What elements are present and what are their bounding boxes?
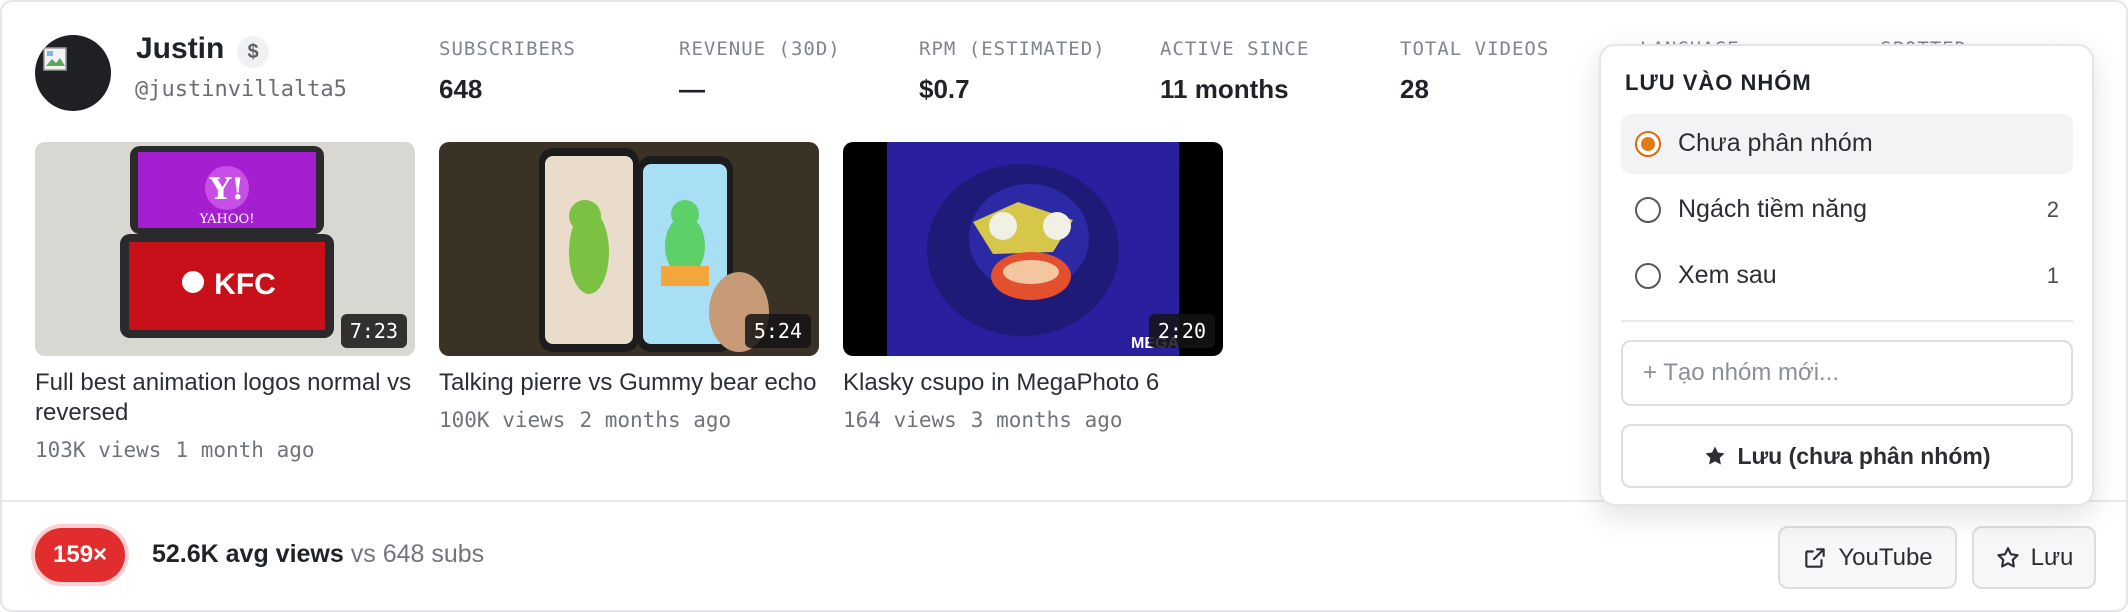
save-button[interactable]: Lưu bbox=[1972, 526, 2096, 589]
video-meta: 100K views 2 months ago bbox=[439, 408, 819, 432]
avg-views-summary: 52.6K avg views vs 648 subs bbox=[152, 540, 484, 569]
video-title[interactable]: Talking pierre vs Gummy bear echo bbox=[439, 368, 819, 398]
star-outline-icon bbox=[1996, 546, 2019, 568]
video-card[interactable]: 5:24 Talking pierre vs Gummy bear echo 1… bbox=[439, 142, 819, 432]
video-views: 103K views bbox=[35, 438, 162, 462]
star-filled-icon bbox=[1705, 446, 1725, 465]
stat-subscribers: SUBSCRIBERS 648 bbox=[439, 38, 576, 105]
video-views: 164 views bbox=[843, 408, 957, 432]
save-to-group-popover: LƯU VÀO NHÓM Chưa phân nhóm Ngách tiềm n… bbox=[1599, 44, 2094, 506]
video-duration: 7:23 bbox=[340, 314, 407, 348]
channel-name[interactable]: Justin bbox=[136, 32, 224, 66]
video-age: 3 months ago bbox=[970, 408, 1123, 432]
group-option-potential-niche[interactable]: Ngách tiềm năng 2 bbox=[1621, 180, 2073, 240]
group-option-watch-later[interactable]: Xem sau 1 bbox=[1621, 246, 2073, 306]
external-link-icon bbox=[1805, 547, 1826, 568]
radio-button[interactable] bbox=[1635, 197, 1661, 223]
svg-text:KFC: KFC bbox=[214, 268, 276, 301]
video-duration: 5:24 bbox=[744, 314, 811, 348]
radio-button[interactable] bbox=[1635, 131, 1661, 157]
stat-active-since: ACTIVE SINCE 11 months bbox=[1160, 38, 1309, 105]
stat-total-videos: TOTAL VIDEOS 28 bbox=[1400, 38, 1549, 105]
group-option-count: 2 bbox=[2046, 197, 2059, 222]
video-card[interactable]: Y! YAHOO! KFC 7:23 Full best animation l… bbox=[35, 142, 415, 462]
stat-value: 28 bbox=[1400, 74, 1429, 104]
stat-value: 648 bbox=[439, 74, 483, 104]
video-title[interactable]: Full best animation logos normal vs reve… bbox=[35, 368, 415, 428]
svg-text:YAHOO!: YAHOO! bbox=[199, 212, 255, 227]
video-thumbnail[interactable]: Y! YAHOO! KFC 7:23 bbox=[35, 142, 415, 356]
stat-label: ACTIVE SINCE bbox=[1160, 38, 1310, 60]
group-option-label: Chưa phân nhóm bbox=[1678, 129, 1873, 157]
radio-button[interactable] bbox=[1635, 263, 1661, 289]
save-to-group-button[interactable]: Lưu (chưa phân nhóm) bbox=[1621, 424, 2073, 488]
video-card[interactable]: MEGA 2:20 Klasky csupo in MegaPhoto 6 16… bbox=[843, 142, 1223, 432]
stat-value: $0.7 bbox=[919, 74, 970, 104]
stat-value: — bbox=[679, 74, 705, 104]
stat-value: 11 months bbox=[1160, 74, 1289, 104]
video-thumbnail[interactable]: MEGA 2:20 bbox=[843, 142, 1223, 356]
group-option-label: Ngách tiềm năng bbox=[1678, 195, 1868, 223]
avatar[interactable] bbox=[35, 35, 111, 111]
stat-revenue: REVENUE (30D) — bbox=[679, 38, 841, 105]
video-meta: 103K views 1 month ago bbox=[35, 438, 415, 462]
video-thumbnail[interactable]: 5:24 bbox=[439, 142, 819, 356]
video-duration: 2:20 bbox=[1148, 314, 1215, 348]
popover-title: LƯU VÀO NHÓM bbox=[1625, 70, 1812, 95]
video-title[interactable]: Klasky csupo in MegaPhoto 6 bbox=[843, 368, 1223, 398]
stat-label: SUBSCRIBERS bbox=[439, 38, 576, 60]
avg-views: 52.6K avg views bbox=[152, 540, 344, 568]
youtube-button-label: YouTube bbox=[1838, 543, 1933, 571]
video-meta: 164 views 3 months ago bbox=[843, 408, 1223, 432]
broken-image-icon bbox=[43, 47, 67, 71]
group-option-ungrouped[interactable]: Chưa phân nhóm bbox=[1621, 114, 2073, 174]
video-views: 100K views bbox=[439, 408, 566, 432]
save-to-group-label: Lưu (chưa phân nhóm) bbox=[1737, 442, 1991, 469]
stat-rpm: RPM (ESTIMATED) $0.7 bbox=[919, 38, 1106, 105]
stat-label: REVENUE (30D) bbox=[679, 38, 841, 60]
youtube-button[interactable]: YouTube bbox=[1778, 526, 1957, 589]
group-option-count: 1 bbox=[2046, 263, 2059, 288]
stat-label: RPM (ESTIMATED) bbox=[919, 38, 1106, 60]
channel-handle: @justinvillalta5 bbox=[135, 77, 347, 102]
popover-divider bbox=[1621, 320, 2073, 322]
group-option-label: Xem sau bbox=[1678, 261, 1777, 289]
vs-subs: vs 648 subs bbox=[350, 540, 485, 568]
stat-label: TOTAL VIDEOS bbox=[1400, 38, 1550, 60]
monetized-badge: $ bbox=[237, 36, 269, 68]
video-age: 2 months ago bbox=[579, 408, 732, 432]
new-group-input[interactable] bbox=[1621, 340, 2073, 406]
save-button-label: Lưu bbox=[2030, 543, 2074, 571]
video-age: 1 month ago bbox=[175, 438, 315, 462]
views-multiplier-badge: 159× bbox=[35, 528, 126, 582]
svg-text:Y!: Y! bbox=[209, 172, 245, 207]
